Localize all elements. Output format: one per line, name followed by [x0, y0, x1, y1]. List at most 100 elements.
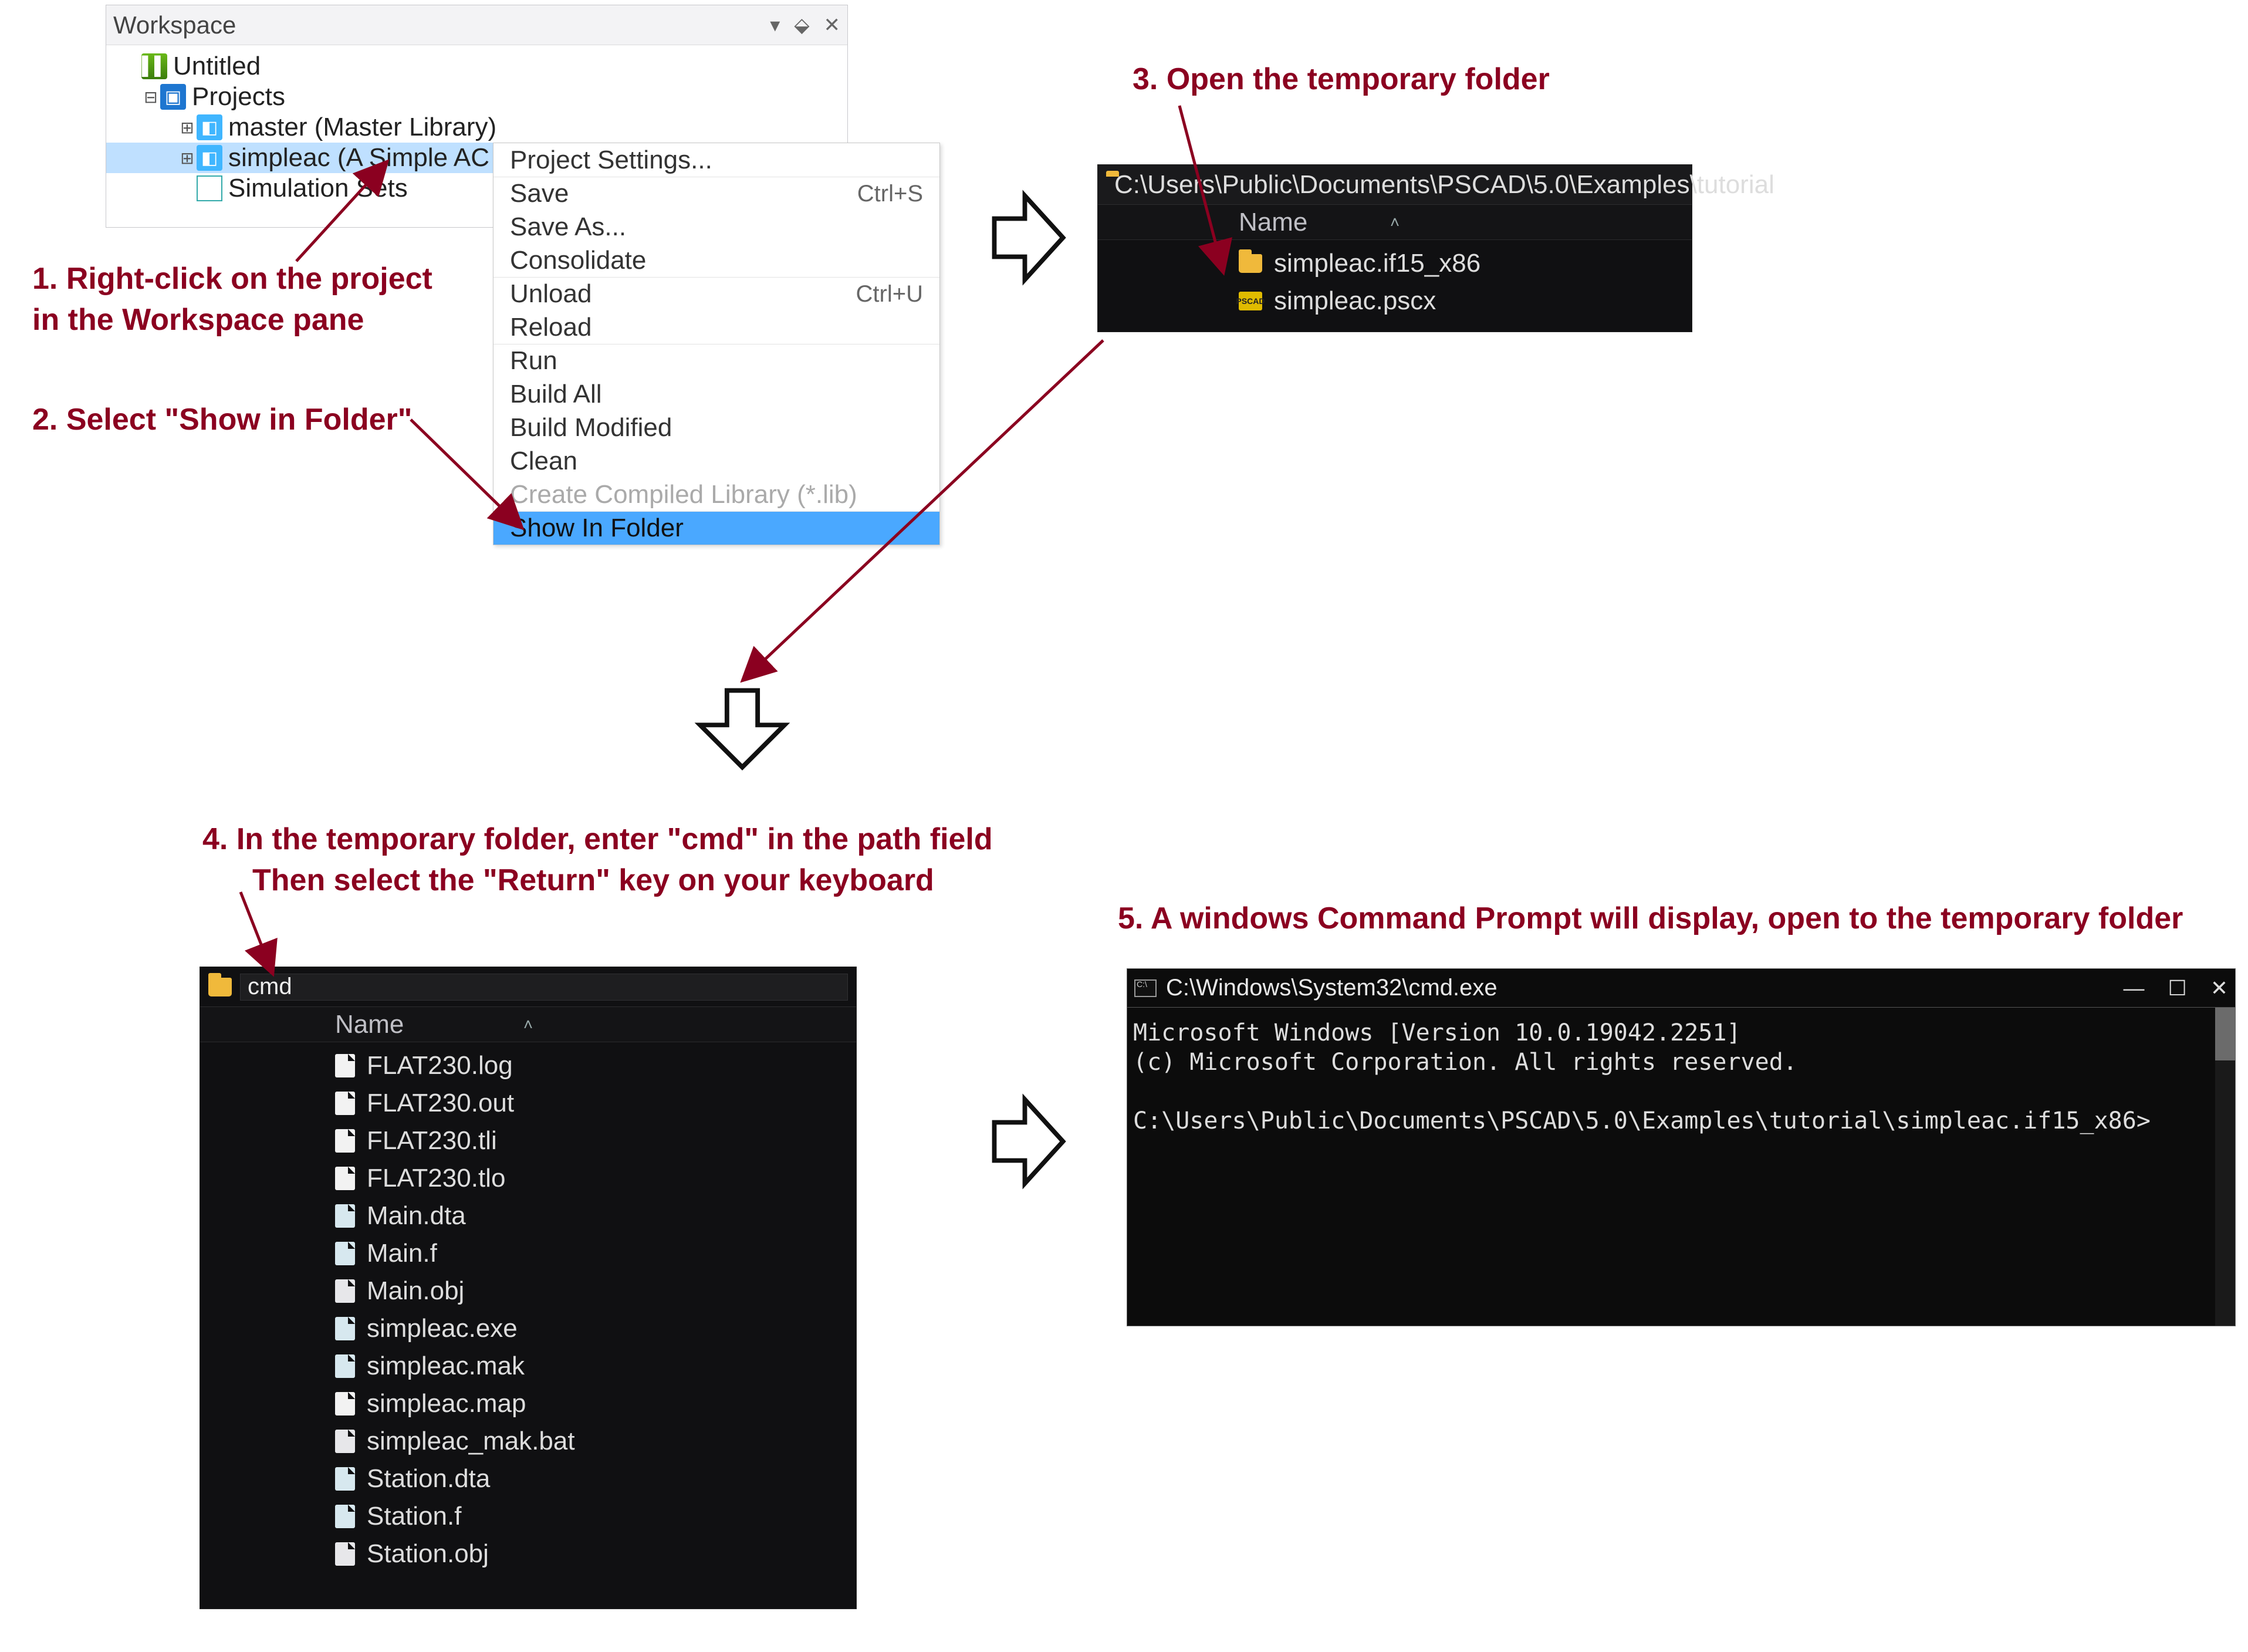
file-icon — [335, 1467, 355, 1491]
list-item[interactable]: simpleac_mak.bat — [200, 1423, 856, 1460]
file-name: FLAT230.tlo — [367, 1164, 505, 1193]
menu-label: Clean — [510, 447, 577, 476]
list-item[interactable]: Station.f — [200, 1498, 856, 1535]
file-icon — [335, 1542, 355, 1566]
file-icon — [335, 1354, 355, 1378]
menu-unload[interactable]: Unload Ctrl+U — [493, 277, 939, 310]
project-stack-icon: ▌▌ — [141, 53, 167, 79]
pin-icon[interactable]: ⬙ — [794, 5, 809, 45]
cmd-titlebar[interactable]: C:\Windows\System32\cmd.exe — ☐ ✕ — [1127, 969, 2235, 1008]
file-name: Main.obj — [367, 1276, 464, 1306]
flow-arrow-icon — [991, 1092, 1067, 1191]
list-item[interactable]: FLAT230.tli — [200, 1122, 856, 1160]
file-icon — [335, 1505, 355, 1528]
tree-row-master[interactable]: ⊞ ◧ master (Master Library) — [106, 112, 847, 143]
step-1-annotation: 1. Right-click on the project in the Wor… — [32, 258, 432, 340]
tree-row-untitled[interactable]: ▌▌ Untitled — [106, 51, 847, 82]
file-name: Main.dta — [367, 1201, 466, 1231]
explorer-path-text: C:\Users\Public\Documents\PSCAD\5.0\Exam… — [1114, 170, 1774, 200]
explorer-tutorial-folder: C:\Users\Public\Documents\PSCAD\5.0\Exam… — [1097, 164, 1692, 332]
pscad-file-icon: PSCAD — [1239, 292, 1262, 310]
list-item[interactable]: Station.dta — [200, 1460, 856, 1498]
case-icon: ◧ — [197, 145, 222, 171]
step-1-line-b: in the Workspace pane — [32, 303, 364, 337]
close-icon[interactable]: ✕ — [824, 5, 841, 45]
explorer-address-bar[interactable] — [200, 967, 856, 1007]
simsets-icon — [197, 175, 222, 201]
list-item[interactable]: FLAT230.log — [200, 1047, 856, 1085]
list-item[interactable]: simpleac.exe — [200, 1310, 856, 1347]
expand-icon[interactable]: ⊞ — [178, 148, 197, 168]
menu-label: Consolidate — [510, 246, 646, 275]
menu-build-all[interactable]: Build All — [493, 377, 939, 411]
address-input[interactable] — [240, 974, 848, 1001]
scrollbar[interactable] — [2215, 1008, 2235, 1326]
menu-label: Run — [510, 346, 557, 376]
step-3-annotation: 3. Open the temporary folder — [1133, 59, 1550, 100]
file-name: Station.obj — [367, 1539, 489, 1569]
dropdown-icon[interactable]: ▾ — [770, 5, 780, 45]
menu-consolidate[interactable]: Consolidate — [493, 244, 939, 277]
file-name: Station.f — [367, 1502, 461, 1531]
file-icon — [335, 1129, 355, 1153]
menu-build-modified[interactable]: Build Modified — [493, 411, 939, 444]
file-name: Station.dta — [367, 1464, 490, 1494]
minimize-icon[interactable]: — — [2124, 976, 2145, 1001]
menu-label: Save — [510, 179, 569, 208]
menu-reload[interactable]: Reload — [493, 310, 939, 344]
file-icon — [335, 1092, 355, 1115]
file-icon — [335, 1392, 355, 1415]
list-item[interactable]: Main.dta — [200, 1197, 856, 1235]
explorer-address-bar[interactable]: C:\Users\Public\Documents\PSCAD\5.0\Exam… — [1098, 165, 1692, 205]
menu-clean[interactable]: Clean — [493, 444, 939, 478]
explorer-header[interactable]: ˄ Name — [1098, 205, 1692, 240]
file-name: simpleac.if15_x86 — [1274, 249, 1480, 278]
step-4-annotation: 4. In the temporary folder, enter "cmd" … — [202, 819, 993, 901]
list-item[interactable]: Main.obj — [200, 1272, 856, 1310]
tree-row-projects[interactable]: ⊟ ▣ Projects — [106, 82, 847, 112]
context-menu: Project Settings... Save Ctrl+S Save As.… — [493, 143, 940, 545]
list-item[interactable]: FLAT230.tlo — [200, 1160, 856, 1197]
list-item[interactable]: PSCAD simpleac.pscx — [1098, 282, 1692, 320]
menu-show-in-folder[interactable]: Show In Folder — [493, 511, 939, 545]
list-item[interactable]: FLAT230.out — [200, 1085, 856, 1122]
workspace-title-text: Workspace — [113, 5, 236, 45]
close-icon[interactable]: ✕ — [2210, 976, 2228, 1001]
tree-label-projects: Projects — [192, 82, 285, 112]
scrollbar-thumb[interactable] — [2215, 1008, 2235, 1060]
cmd-icon — [1134, 979, 1157, 997]
cmd-title-text: C:\Windows\System32\cmd.exe — [1166, 975, 1497, 1001]
column-name-label: Name — [1239, 208, 1307, 237]
file-name: simpleac.exe — [367, 1314, 518, 1343]
projects-icon: ▣ — [160, 84, 186, 110]
explorer-header[interactable]: ˄ Name — [200, 1007, 856, 1042]
menu-save-as[interactable]: Save As... — [493, 210, 939, 244]
list-item[interactable]: Main.f — [200, 1235, 856, 1272]
flow-arrow-icon — [991, 188, 1067, 288]
collapse-icon[interactable]: ⊟ — [141, 87, 160, 107]
cmd-output[interactable]: Microsoft Windows [Version 10.0.19042.22… — [1127, 1008, 2235, 1326]
maximize-icon[interactable]: ☐ — [2168, 976, 2187, 1001]
step-4-line-a: 4. In the temporary folder, enter "cmd" … — [202, 822, 993, 856]
list-item[interactable]: Station.obj — [200, 1535, 856, 1573]
library-icon: ◧ — [197, 114, 222, 140]
file-name: simpleac.pscx — [1274, 286, 1436, 316]
file-icon — [335, 1204, 355, 1228]
menu-project-settings[interactable]: Project Settings... — [493, 143, 939, 177]
tree-label-master: master (Master Library) — [228, 113, 496, 142]
file-icon — [335, 1242, 355, 1265]
file-icon — [335, 1279, 355, 1303]
list-item[interactable]: simpleac.mak — [200, 1347, 856, 1385]
list-item[interactable]: simpleac.if15_x86 — [1098, 245, 1692, 282]
chevron-up-icon: ˄ — [523, 1015, 533, 1034]
menu-label: Create Compiled Library (*.lib) — [510, 480, 857, 509]
menu-run[interactable]: Run — [493, 344, 939, 377]
menu-label: Build Modified — [510, 413, 672, 442]
workspace-titlebar: Workspace ▾ ⬙ ✕ — [106, 5, 847, 45]
menu-label: Project Settings... — [510, 146, 712, 175]
file-name: FLAT230.tli — [367, 1126, 497, 1156]
list-item[interactable]: simpleac.map — [200, 1385, 856, 1423]
expand-icon[interactable]: ⊞ — [178, 118, 197, 137]
menu-save[interactable]: Save Ctrl+S — [493, 177, 939, 210]
menu-label: Show In Folder — [510, 513, 684, 543]
